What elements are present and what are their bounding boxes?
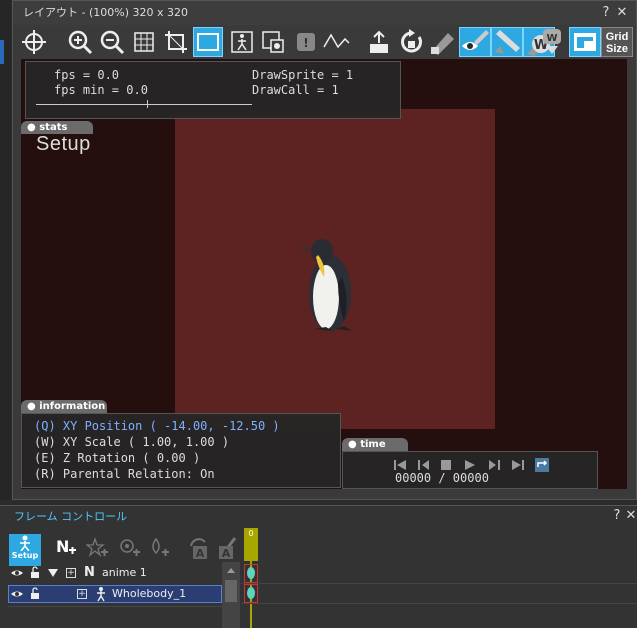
fps-slider-track[interactable] [36, 104, 252, 105]
setup-button-label: Setup [11, 551, 39, 560]
expand-box-icon[interactable]: + [77, 589, 87, 599]
fps-panel: fps = 0.0 fps min = 0.0 DrawSprite = 1 D… [25, 61, 401, 119]
frame-number: 0 [248, 529, 254, 538]
tree-row-label: Wholebody_1 [112, 587, 187, 600]
penguin-sprite[interactable] [296, 237, 358, 333]
xy-scale: (W) XY Scale ( 1.00, 1.00 ) [34, 435, 230, 449]
draw-call-value: DrawCall = 1 [252, 83, 339, 97]
information-tag[interactable]: ● information [21, 400, 107, 413]
time-counter: 00000 / 00000 [395, 471, 489, 485]
loop-icon[interactable] [535, 458, 549, 472]
fps-min-value: fps min = 0.0 [54, 83, 148, 97]
play-icon[interactable] [463, 458, 477, 472]
node-type-icon: N [84, 565, 95, 580]
frame-title: フレーム コントロール [14, 510, 128, 523]
scroll-thumb[interactable] [225, 580, 237, 602]
keyframe-dot[interactable] [247, 567, 255, 579]
time-tag[interactable]: ● time [342, 438, 408, 451]
crosshair-icon[interactable] [19, 27, 49, 57]
timeline-area[interactable]: 0 [241, 528, 637, 628]
grid-icon[interactable] [129, 27, 159, 57]
first-frame-icon[interactable] [393, 458, 407, 472]
information-panel: (Q) XY Position ( -14.00, -12.50 ) (W) X… [21, 413, 341, 488]
layout-title-bar: レイアウト - (100%) 320 x 320 ? ✕ [13, 1, 636, 25]
layout-toolbar: ! W W Grid Size [13, 25, 636, 59]
timeline-divider [241, 603, 637, 604]
grid-size-line1: Grid [605, 31, 629, 43]
tree-row-anime[interactable]: + N anime 1 [8, 564, 222, 582]
draw-sprite-value: DrawSprite = 1 [252, 68, 354, 82]
svg-text:!: ! [303, 36, 308, 50]
left-dock-marker [0, 40, 4, 64]
last-frame-icon[interactable] [511, 458, 525, 472]
next-frame-icon[interactable] [487, 458, 501, 472]
setup-button[interactable]: Setup [9, 534, 41, 566]
svg-text:A: A [196, 547, 205, 560]
grid-size-button[interactable]: Grid Size [601, 27, 633, 57]
zoom-in-icon[interactable] [65, 27, 95, 57]
help-button[interactable]: ? [599, 1, 613, 25]
anchor-icon[interactable] [365, 27, 395, 57]
figure-icon [20, 535, 30, 551]
parental-relation: (R) Parental Relation: On [34, 467, 215, 481]
tree-scrollbar[interactable] [222, 562, 240, 628]
svg-text:W: W [546, 33, 557, 44]
scroll-up-icon[interactable] [222, 565, 240, 575]
left-dock-strip [0, 0, 11, 500]
current-frame-marker[interactable]: 0 [244, 528, 258, 561]
timeline-divider [241, 583, 637, 584]
tree-row-label: anime 1 [102, 566, 147, 579]
curve-icon[interactable] [321, 27, 351, 57]
svg-text:N: N [56, 537, 69, 556]
frame-help-button[interactable]: ? [610, 505, 624, 527]
fps-slider-knob[interactable] [147, 100, 148, 108]
delete-a-icon[interactable]: A [214, 534, 240, 562]
eye-icon[interactable] [459, 27, 491, 57]
window-icon[interactable] [569, 27, 601, 57]
setup-label: Setup [36, 133, 91, 155]
add-drop-icon[interactable] [146, 534, 172, 562]
layer-icon[interactable] [259, 27, 289, 57]
xy-position: (Q) XY Position ( -14.00, -12.50 ) [34, 419, 280, 433]
prev-frame-icon[interactable] [417, 458, 431, 472]
w-down-icon[interactable]: W [537, 27, 567, 57]
add-node-icon[interactable]: N [52, 534, 78, 562]
keyframe-dot[interactable] [247, 587, 255, 599]
lock-icon[interactable]: ! [291, 27, 321, 57]
rotate-a-icon[interactable]: A [186, 534, 212, 562]
zoom-out-icon[interactable] [97, 27, 127, 57]
layout-title: レイアウト - (100%) 320 x 320 [23, 6, 188, 19]
frame-close-button[interactable]: ✕ [624, 505, 637, 527]
stop-icon[interactable] [439, 458, 453, 472]
frame-title-bar: フレーム コントロール ? ✕ [0, 506, 637, 528]
fps-value: fps = 0.0 [54, 68, 120, 82]
add-point-icon[interactable] [116, 534, 142, 562]
tree-row-wholebody[interactable]: + Wholebody_1 [8, 585, 222, 603]
add-effect-icon[interactable] [84, 534, 110, 562]
row-divider [8, 606, 222, 607]
crop-icon[interactable] [161, 27, 191, 57]
rotate-icon[interactable] [397, 27, 427, 57]
expand-box-icon[interactable]: + [66, 568, 76, 578]
layout-window: レイアウト - (100%) 320 x 320 ? ✕ ! W W Grid … [12, 0, 637, 500]
close-button[interactable]: ✕ [615, 1, 629, 25]
figure-icon[interactable] [227, 27, 257, 57]
edit-icon[interactable] [491, 27, 523, 57]
z-rotation: (E) Z Rotation ( 0.00 ) [34, 451, 201, 465]
frame-icon[interactable] [193, 27, 223, 57]
grid-size-line2: Size [605, 43, 628, 55]
pin-icon[interactable] [427, 27, 457, 57]
time-panel: 00000 / 00000 [342, 451, 598, 489]
svg-text:A: A [222, 547, 231, 560]
